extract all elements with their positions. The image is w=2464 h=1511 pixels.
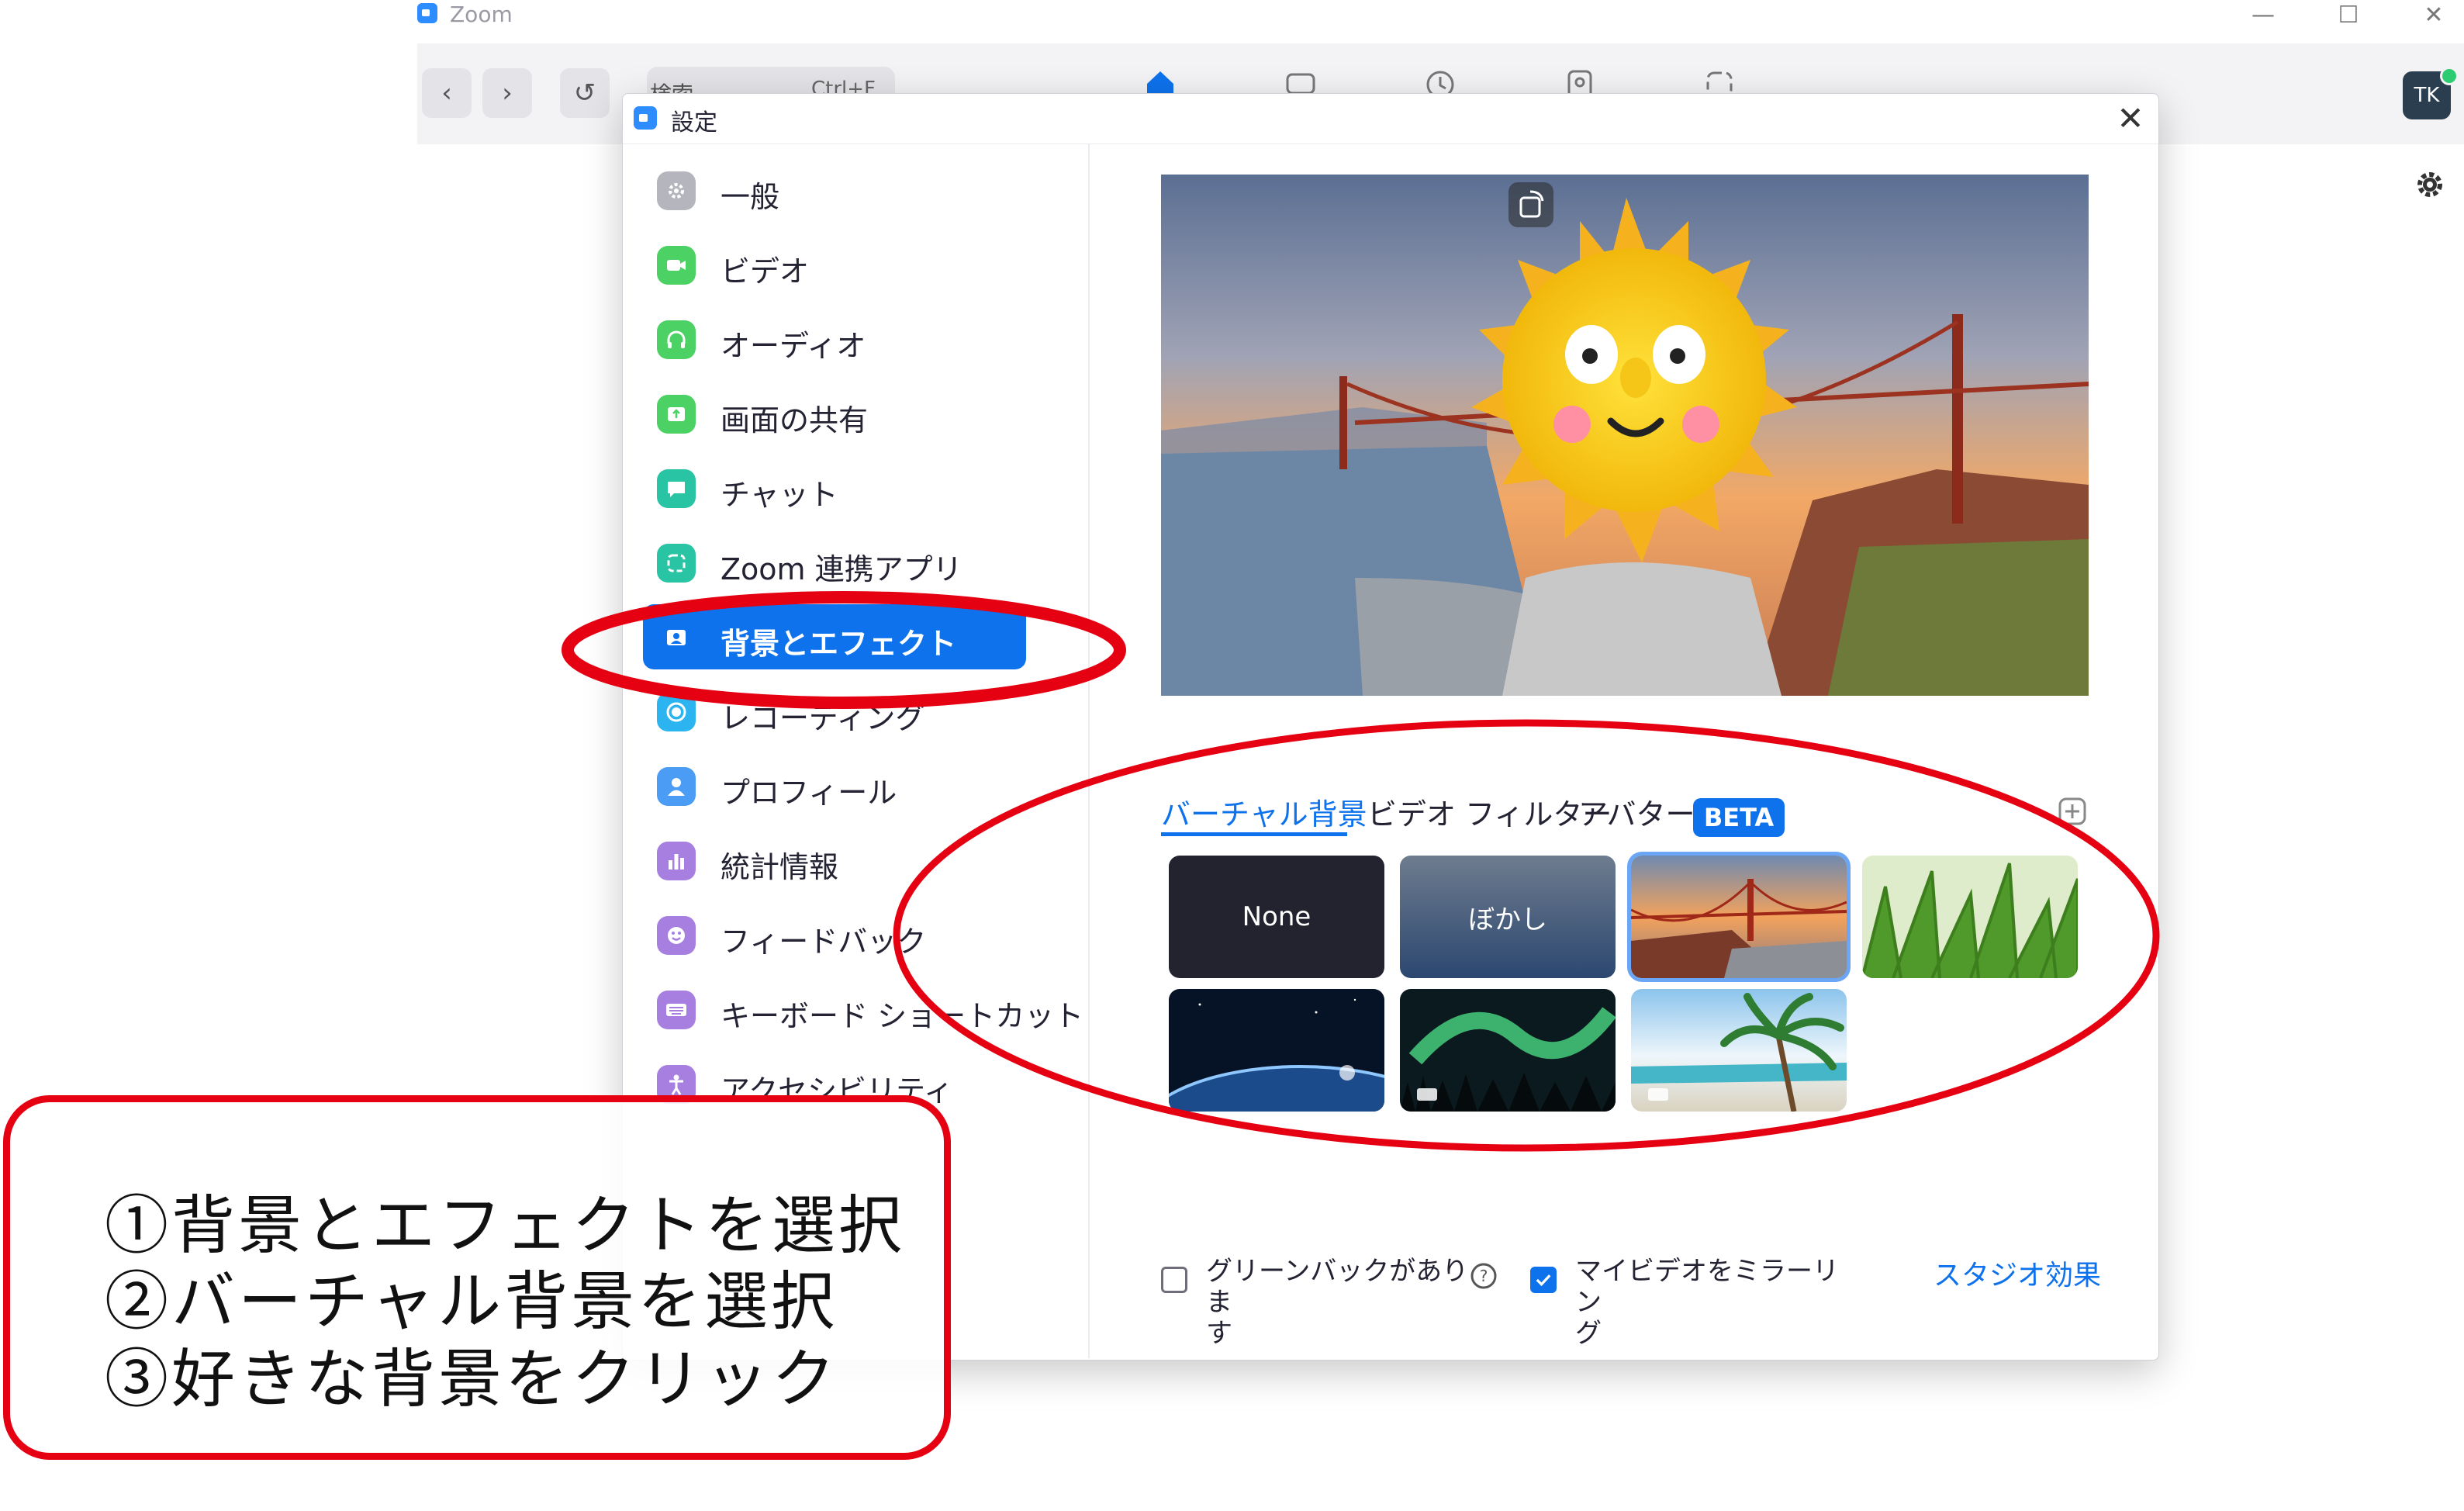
instruction-callout: ①背景とエフェクトを選択 ②バーチャル背景を選択 ③好きな背景をクリック (3, 1095, 951, 1460)
instruction-step-3: ③好きな背景をクリック (105, 1343, 839, 1416)
annotation-ellipse-backgrounds (893, 719, 2160, 1152)
annotation-ellipse-sidebar (562, 591, 1126, 709)
